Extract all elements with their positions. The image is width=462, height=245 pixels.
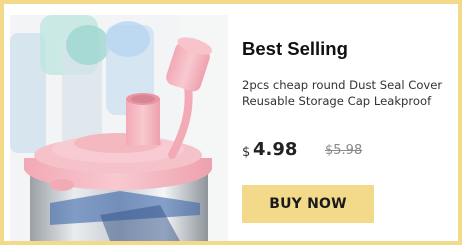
buy-now-button[interactable]: BUY NOW [242,185,374,223]
product-info: Best Selling 2pcs cheap round Dust Seal … [242,4,458,241]
original-price: $5.98 [325,143,363,158]
price-row: $ 4.98 $5.98 [242,139,458,165]
sale-price: 4.98 [253,139,298,160]
description-line: Reusable Storage Cap Leakproof [242,94,432,108]
product-title[interactable]: Best Selling [242,38,458,60]
currency-symbol: $ [242,145,251,160]
product-card: Best Selling 2pcs cheap round Dust Seal … [4,4,458,241]
product-description[interactable]: 2pcs cheap round Dust Seal Cover Reusabl… [242,77,460,109]
description-line: 2pcs cheap round Dust Seal Cover [242,78,443,92]
product-image[interactable] [10,15,228,241]
